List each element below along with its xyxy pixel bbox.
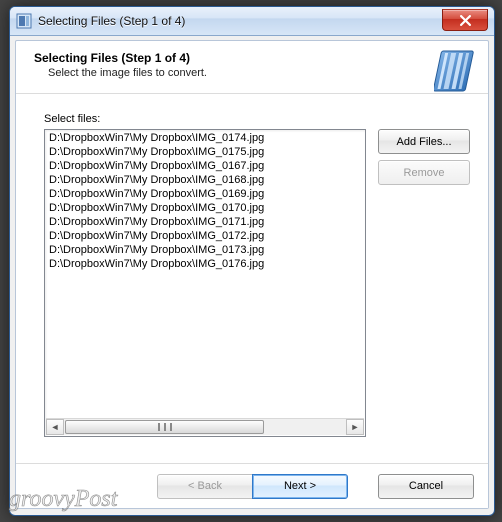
page-title: Selecting Files (Step 1 of 4)	[34, 51, 404, 65]
page-subtitle: Select the image files to convert.	[48, 67, 404, 79]
scroll-track[interactable]	[64, 419, 346, 435]
wizard-dialog: Selecting Files (Step 1 of 4) Selecting …	[9, 6, 495, 516]
add-files-button[interactable]: Add Files...	[378, 129, 470, 154]
title-bar[interactable]: Selecting Files (Step 1 of 4)	[10, 7, 494, 36]
cancel-button[interactable]: Cancel	[378, 474, 474, 499]
close-button[interactable]	[442, 9, 488, 31]
list-item[interactable]: D:\DropboxWin7\My Dropbox\IMG_0176.jpg	[47, 257, 363, 271]
close-icon	[460, 15, 471, 26]
scroll-left-button[interactable]: ◄	[46, 419, 64, 435]
back-button[interactable]: < Back	[157, 474, 253, 499]
client-area: Selecting Files (Step 1 of 4) Select the…	[15, 40, 489, 509]
select-files-label: Select files:	[44, 113, 474, 125]
list-item[interactable]: D:\DropboxWin7\My Dropbox\IMG_0170.jpg	[47, 201, 363, 215]
scroll-right-button[interactable]: ►	[346, 419, 364, 435]
remove-button[interactable]: Remove	[378, 160, 470, 185]
next-button[interactable]: Next >	[252, 474, 348, 499]
wizard-header: Selecting Files (Step 1 of 4) Select the…	[16, 41, 488, 94]
list-item[interactable]: D:\DropboxWin7\My Dropbox\IMG_0171.jpg	[47, 215, 363, 229]
wizard-graphic-icon	[434, 49, 478, 93]
list-item[interactable]: D:\DropboxWin7\My Dropbox\IMG_0175.jpg	[47, 145, 363, 159]
window-title: Selecting Files (Step 1 of 4)	[38, 14, 185, 28]
list-item[interactable]: D:\DropboxWin7\My Dropbox\IMG_0168.jpg	[47, 173, 363, 187]
file-list[interactable]: D:\DropboxWin7\My Dropbox\IMG_0174.jpgD:…	[44, 129, 366, 437]
list-item[interactable]: D:\DropboxWin7\My Dropbox\IMG_0169.jpg	[47, 187, 363, 201]
list-item[interactable]: D:\DropboxWin7\My Dropbox\IMG_0172.jpg	[47, 229, 363, 243]
list-item[interactable]: D:\DropboxWin7\My Dropbox\IMG_0173.jpg	[47, 243, 363, 257]
wizard-footer: < Back Next > Cancel	[16, 463, 488, 508]
horizontal-scrollbar[interactable]: ◄ ►	[46, 418, 364, 435]
list-item[interactable]: D:\DropboxWin7\My Dropbox\IMG_0167.jpg	[47, 159, 363, 173]
scroll-thumb[interactable]	[65, 420, 264, 434]
list-item[interactable]: D:\DropboxWin7\My Dropbox\IMG_0174.jpg	[47, 131, 363, 145]
wizard-body: Select files: D:\DropboxWin7\My Dropbox\…	[16, 99, 488, 464]
app-icon	[16, 13, 32, 29]
